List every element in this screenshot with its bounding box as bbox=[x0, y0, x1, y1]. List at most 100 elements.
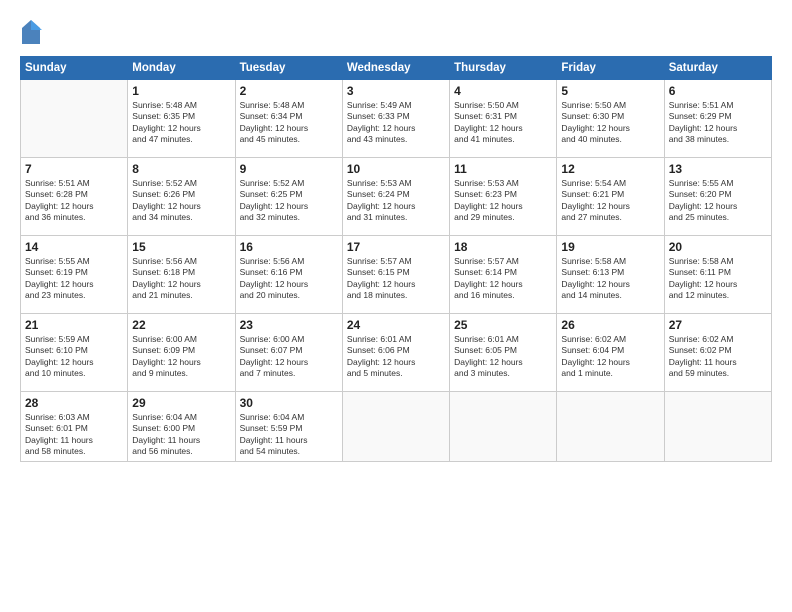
day-number: 9 bbox=[240, 162, 338, 176]
weekday-header-sunday: Sunday bbox=[21, 57, 128, 80]
calendar-cell bbox=[664, 392, 771, 462]
day-info: Sunrise: 6:02 AM Sunset: 6:02 PM Dayligh… bbox=[669, 334, 767, 380]
calendar-cell: 24 Sunrise: 6:01 AM Sunset: 6:06 PM Dayli… bbox=[342, 314, 449, 392]
day-number: 2 bbox=[240, 84, 338, 98]
calendar-cell: 20 Sunrise: 5:58 AM Sunset: 6:11 PM Dayli… bbox=[664, 236, 771, 314]
calendar-cell: 6 Sunrise: 5:51 AM Sunset: 6:29 PM Daylig… bbox=[664, 80, 771, 158]
calendar-cell bbox=[342, 392, 449, 462]
calendar-cell: 13Sunrise: 5:55 AM Sunset: 6:20 PM Dayli… bbox=[664, 158, 771, 236]
calendar-cell: 12 Sunrise: 5:54 AM Sunset: 6:21 PM Dayli… bbox=[557, 158, 664, 236]
calendar-cell: 18Sunrise: 5:57 AM Sunset: 6:14 PM Dayli… bbox=[450, 236, 557, 314]
day-info: Sunrise: 5:52 AM Sunset: 6:25 PM Dayligh… bbox=[240, 178, 338, 224]
logo-icon bbox=[20, 18, 42, 46]
day-number: 6 bbox=[669, 84, 767, 98]
day-number: 17 bbox=[347, 240, 445, 254]
calendar-cell: 11Sunrise: 5:53 AM Sunset: 6:23 PM Dayli… bbox=[450, 158, 557, 236]
calendar-cell: 21 Sunrise: 5:59 AM Sunset: 6:10 PM Dayli… bbox=[21, 314, 128, 392]
calendar-cell: 27 Sunrise: 6:02 AM Sunset: 6:02 PM Dayli… bbox=[664, 314, 771, 392]
day-info: Sunrise: 5:48 AM Sunset: 6:35 PM Dayligh… bbox=[132, 100, 230, 146]
weekday-header-monday: Monday bbox=[128, 57, 235, 80]
calendar-week-2: 14 Sunrise: 5:55 AM Sunset: 6:19 PM Dayli… bbox=[21, 236, 772, 314]
day-info: Sunrise: 5:58 AM Sunset: 6:13 PM Dayligh… bbox=[561, 256, 659, 302]
day-number: 5 bbox=[561, 84, 659, 98]
day-number: 27 bbox=[669, 318, 767, 332]
day-info: Sunrise: 6:02 AM Sunset: 6:04 PM Dayligh… bbox=[561, 334, 659, 380]
calendar-cell: 2 Sunrise: 5:48 AM Sunset: 6:34 PM Daylig… bbox=[235, 80, 342, 158]
day-number: 30 bbox=[240, 396, 338, 410]
calendar-cell: 28 Sunrise: 6:03 AM Sunset: 6:01 PM Dayli… bbox=[21, 392, 128, 462]
day-number: 1 bbox=[132, 84, 230, 98]
day-number: 3 bbox=[347, 84, 445, 98]
calendar-cell bbox=[557, 392, 664, 462]
day-info: Sunrise: 5:55 AM Sunset: 6:19 PM Dayligh… bbox=[25, 256, 123, 302]
calendar-cell: 19 Sunrise: 5:58 AM Sunset: 6:13 PM Dayli… bbox=[557, 236, 664, 314]
calendar-cell: 25 Sunrise: 6:01 AM Sunset: 6:05 PM Dayli… bbox=[450, 314, 557, 392]
day-info: Sunrise: 6:04 AM Sunset: 5:59 PM Dayligh… bbox=[240, 412, 338, 458]
day-info: Sunrise: 5:58 AM Sunset: 6:11 PM Dayligh… bbox=[669, 256, 767, 302]
day-number: 4 bbox=[454, 84, 552, 98]
day-number: 28 bbox=[25, 396, 123, 410]
day-number: 24 bbox=[347, 318, 445, 332]
calendar-week-4: 28 Sunrise: 6:03 AM Sunset: 6:01 PM Dayli… bbox=[21, 392, 772, 462]
day-info: Sunrise: 6:03 AM Sunset: 6:01 PM Dayligh… bbox=[25, 412, 123, 458]
calendar-cell: 23Sunrise: 6:00 AM Sunset: 6:07 PM Dayli… bbox=[235, 314, 342, 392]
calendar-cell: 5 Sunrise: 5:50 AM Sunset: 6:30 PM Daylig… bbox=[557, 80, 664, 158]
calendar-cell: 7 Sunrise: 5:51 AM Sunset: 6:28 PM Daylig… bbox=[21, 158, 128, 236]
day-info: Sunrise: 5:50 AM Sunset: 6:30 PM Dayligh… bbox=[561, 100, 659, 146]
day-number: 29 bbox=[132, 396, 230, 410]
calendar-cell: 16 Sunrise: 5:56 AM Sunset: 6:16 PM Dayli… bbox=[235, 236, 342, 314]
calendar-cell: 8 Sunrise: 5:52 AM Sunset: 6:26 PM Daylig… bbox=[128, 158, 235, 236]
day-info: Sunrise: 6:01 AM Sunset: 6:06 PM Dayligh… bbox=[347, 334, 445, 380]
day-number: 22 bbox=[132, 318, 230, 332]
day-number: 20 bbox=[669, 240, 767, 254]
day-info: Sunrise: 5:57 AM Sunset: 6:14 PM Dayligh… bbox=[454, 256, 552, 302]
logo bbox=[20, 18, 44, 46]
day-info: Sunrise: 5:48 AM Sunset: 6:34 PM Dayligh… bbox=[240, 100, 338, 146]
day-number: 11 bbox=[454, 162, 552, 176]
calendar-cell: 3 Sunrise: 5:49 AM Sunset: 6:33 PM Daylig… bbox=[342, 80, 449, 158]
calendar-cell: 4Sunrise: 5:50 AM Sunset: 6:31 PM Daylig… bbox=[450, 80, 557, 158]
day-info: Sunrise: 6:01 AM Sunset: 6:05 PM Dayligh… bbox=[454, 334, 552, 380]
weekday-header-thursday: Thursday bbox=[450, 57, 557, 80]
day-number: 23 bbox=[240, 318, 338, 332]
page-header bbox=[20, 18, 772, 46]
day-number: 15 bbox=[132, 240, 230, 254]
day-number: 13 bbox=[669, 162, 767, 176]
calendar-cell: 30 Sunrise: 6:04 AM Sunset: 5:59 PM Dayli… bbox=[235, 392, 342, 462]
calendar-cell: 26 Sunrise: 6:02 AM Sunset: 6:04 PM Dayli… bbox=[557, 314, 664, 392]
weekday-header-row: SundayMondayTuesdayWednesdayThursdayFrid… bbox=[21, 57, 772, 80]
day-info: Sunrise: 6:00 AM Sunset: 6:09 PM Dayligh… bbox=[132, 334, 230, 380]
day-number: 19 bbox=[561, 240, 659, 254]
day-number: 14 bbox=[25, 240, 123, 254]
calendar-cell bbox=[450, 392, 557, 462]
day-info: Sunrise: 5:59 AM Sunset: 6:10 PM Dayligh… bbox=[25, 334, 123, 380]
calendar-cell: 15 Sunrise: 5:56 AM Sunset: 6:18 PM Dayli… bbox=[128, 236, 235, 314]
day-info: Sunrise: 5:57 AM Sunset: 6:15 PM Dayligh… bbox=[347, 256, 445, 302]
weekday-header-tuesday: Tuesday bbox=[235, 57, 342, 80]
day-info: Sunrise: 5:56 AM Sunset: 6:18 PM Dayligh… bbox=[132, 256, 230, 302]
weekday-header-saturday: Saturday bbox=[664, 57, 771, 80]
calendar-week-0: 1 Sunrise: 5:48 AM Sunset: 6:35 PM Daylig… bbox=[21, 80, 772, 158]
calendar-cell: 17 Sunrise: 5:57 AM Sunset: 6:15 PM Dayli… bbox=[342, 236, 449, 314]
day-info: Sunrise: 5:51 AM Sunset: 6:29 PM Dayligh… bbox=[669, 100, 767, 146]
day-number: 16 bbox=[240, 240, 338, 254]
day-info: Sunrise: 5:56 AM Sunset: 6:16 PM Dayligh… bbox=[240, 256, 338, 302]
day-info: Sunrise: 5:51 AM Sunset: 6:28 PM Dayligh… bbox=[25, 178, 123, 224]
day-number: 12 bbox=[561, 162, 659, 176]
day-number: 8 bbox=[132, 162, 230, 176]
weekday-header-wednesday: Wednesday bbox=[342, 57, 449, 80]
calendar-table: SundayMondayTuesdayWednesdayThursdayFrid… bbox=[20, 56, 772, 462]
calendar-cell: 10Sunrise: 5:53 AM Sunset: 6:24 PM Dayli… bbox=[342, 158, 449, 236]
weekday-header-friday: Friday bbox=[557, 57, 664, 80]
calendar-cell: 14 Sunrise: 5:55 AM Sunset: 6:19 PM Dayli… bbox=[21, 236, 128, 314]
day-number: 21 bbox=[25, 318, 123, 332]
day-info: Sunrise: 5:52 AM Sunset: 6:26 PM Dayligh… bbox=[132, 178, 230, 224]
day-info: Sunrise: 5:54 AM Sunset: 6:21 PM Dayligh… bbox=[561, 178, 659, 224]
day-number: 25 bbox=[454, 318, 552, 332]
day-number: 26 bbox=[561, 318, 659, 332]
day-info: Sunrise: 6:04 AM Sunset: 6:00 PM Dayligh… bbox=[132, 412, 230, 458]
day-number: 10 bbox=[347, 162, 445, 176]
day-info: Sunrise: 5:49 AM Sunset: 6:33 PM Dayligh… bbox=[347, 100, 445, 146]
calendar-week-1: 7 Sunrise: 5:51 AM Sunset: 6:28 PM Daylig… bbox=[21, 158, 772, 236]
day-number: 7 bbox=[25, 162, 123, 176]
